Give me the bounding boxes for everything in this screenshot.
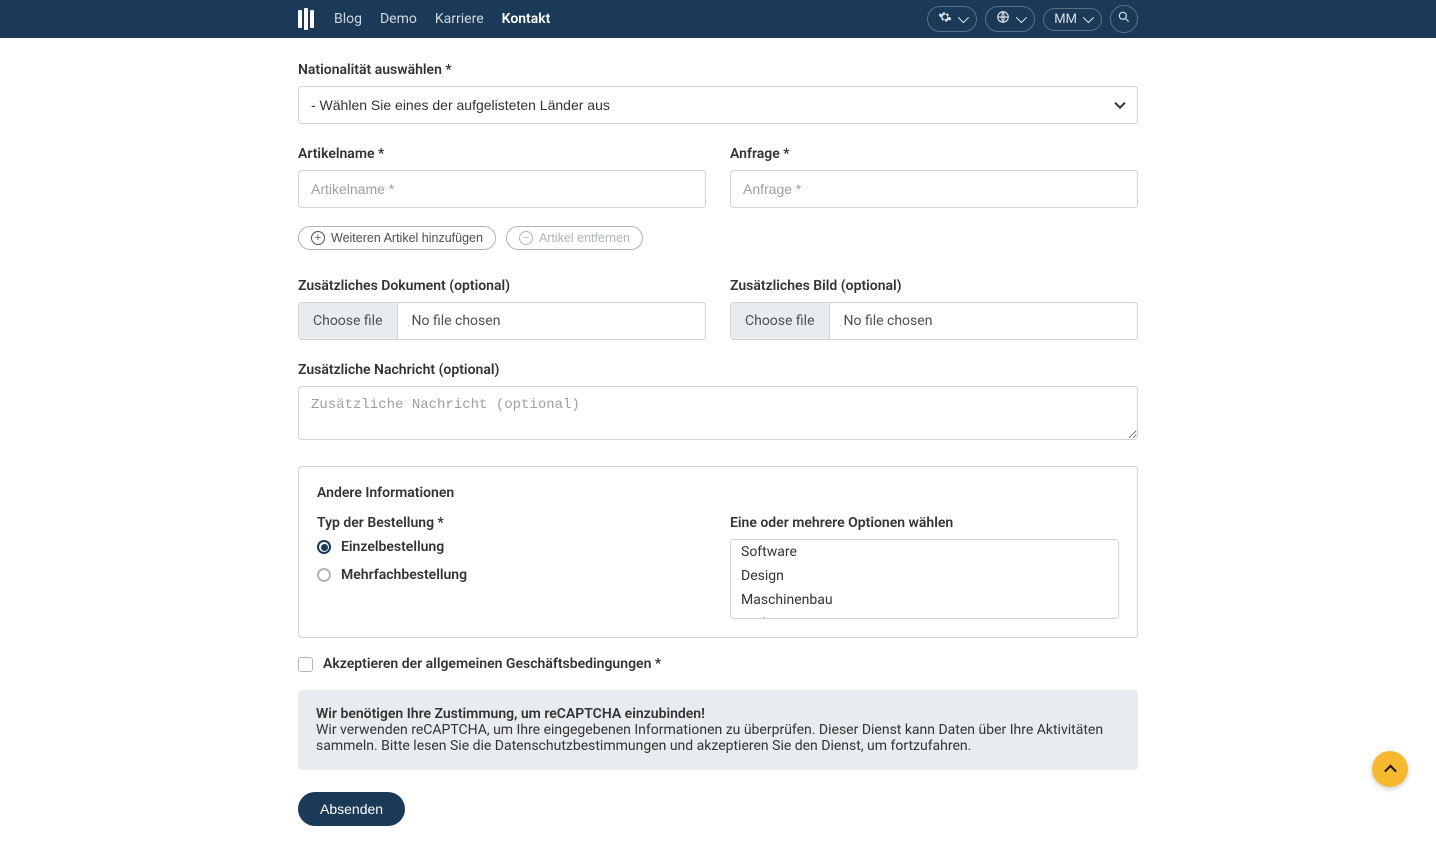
request-input[interactable] — [730, 170, 1138, 208]
consent-body: Wir verwenden reCAPTCHA, um Ihre eingege… — [316, 722, 1103, 754]
minus-icon: − — [519, 231, 533, 245]
user-initials: MM — [1054, 12, 1077, 27]
chevron-down-icon — [1083, 12, 1094, 23]
submit-button[interactable]: Absenden — [298, 792, 405, 826]
gear-icon — [938, 10, 952, 28]
search-button[interactable] — [1110, 5, 1138, 33]
multi-select-label: Eine oder mehrere Optionen wählen — [730, 515, 1119, 531]
extra-msg-textarea[interactable] — [298, 386, 1138, 440]
search-icon — [1117, 10, 1131, 28]
nav-link-demo[interactable]: Demo — [380, 11, 417, 27]
extra-doc-label: Zusätzliches Dokument (optional) — [298, 278, 706, 294]
radio-multiple-order[interactable]: Mehrfachbestellung — [317, 567, 706, 583]
choose-file-button[interactable]: Choose file — [299, 303, 398, 339]
request-label: Anfrage * — [730, 146, 1138, 162]
file-name-text: No file chosen — [398, 303, 515, 339]
radio-single-label: Einzelbestellung — [341, 539, 444, 555]
radio-single-order[interactable]: Einzelbestellung — [317, 539, 706, 555]
extra-doc-file-input[interactable]: Choose file No file chosen — [298, 302, 706, 340]
choose-file-button[interactable]: Choose file — [731, 303, 830, 339]
chevron-down-icon — [958, 12, 969, 23]
extra-img-file-input[interactable]: Choose file No file chosen — [730, 302, 1138, 340]
options-multiselect[interactable]: Software Design Maschinenbau Anderes — [730, 539, 1119, 619]
remove-article-button[interactable]: − Artikel entfernen — [506, 226, 643, 250]
radio-icon — [317, 568, 331, 582]
nav-link-kontakt[interactable]: Kontakt — [502, 11, 551, 27]
order-type-label: Typ der Bestellung * — [317, 515, 706, 531]
chevron-down-icon — [1016, 12, 1027, 23]
nav-links: Blog Demo Karriere Kontakt — [334, 11, 550, 27]
user-menu[interactable]: MM — [1043, 8, 1102, 31]
option-maschinenbau[interactable]: Maschinenbau — [731, 588, 1118, 612]
terms-checkbox[interactable] — [298, 657, 313, 672]
theme-switcher[interactable] — [927, 6, 977, 32]
recaptcha-consent-box: Wir benötigen Ihre Zustimmung, um reCAPT… — [298, 690, 1138, 770]
nav-link-blog[interactable]: Blog — [334, 11, 362, 27]
other-info-card: Andere Informationen Typ der Bestellung … — [298, 466, 1138, 638]
article-name-input[interactable] — [298, 170, 706, 208]
other-info-title: Andere Informationen — [317, 485, 1119, 501]
brand-logo[interactable] — [298, 8, 314, 30]
nationality-select[interactable] — [298, 86, 1138, 124]
radio-multiple-label: Mehrfachbestellung — [341, 567, 467, 583]
add-article-label: Weiteren Artikel hinzufügen — [331, 231, 483, 245]
radio-icon — [317, 540, 331, 554]
extra-img-label: Zusätzliches Bild (optional) — [730, 278, 1138, 294]
language-switcher[interactable] — [985, 6, 1035, 32]
terms-label: Akzeptieren der allgemeinen Geschäftsbed… — [323, 656, 661, 672]
option-anderes[interactable]: Anderes — [731, 612, 1118, 619]
scroll-to-top-button[interactable] — [1372, 751, 1408, 787]
add-article-button[interactable]: + Weiteren Artikel hinzufügen — [298, 226, 496, 250]
file-name-text: No file chosen — [830, 303, 947, 339]
remove-article-label: Artikel entfernen — [539, 231, 630, 245]
nav-link-karriere[interactable]: Karriere — [435, 11, 484, 27]
extra-msg-label: Zusätzliche Nachricht (optional) — [298, 362, 1138, 378]
chevron-up-icon — [1384, 764, 1397, 777]
article-name-label: Artikelname * — [298, 146, 706, 162]
navbar: Blog Demo Karriere Kontakt MM — [0, 0, 1436, 38]
option-software[interactable]: Software — [731, 540, 1118, 564]
globe-icon — [996, 10, 1010, 28]
consent-title: Wir benötigen Ihre Zustimmung, um reCAPT… — [316, 706, 705, 722]
nationality-label: Nationalität auswählen * — [298, 62, 1138, 78]
plus-icon: + — [311, 231, 325, 245]
option-design[interactable]: Design — [731, 564, 1118, 588]
